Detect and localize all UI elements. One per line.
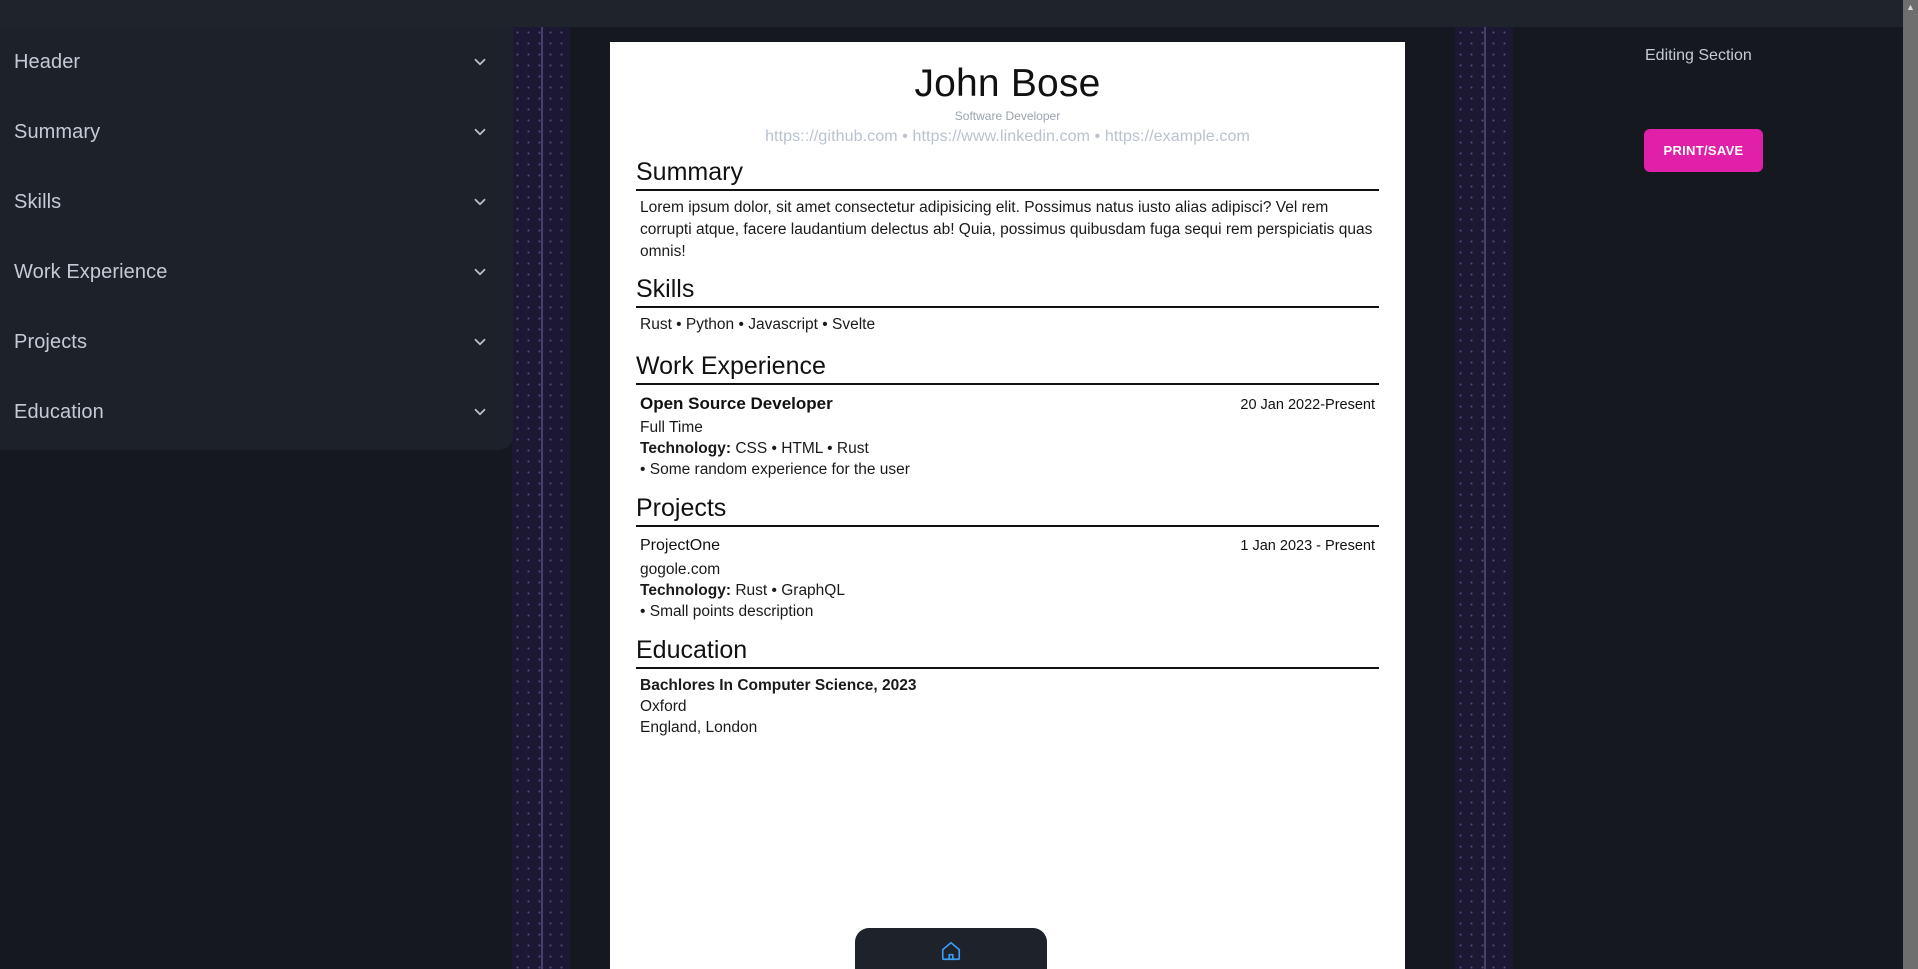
work-entry-head: Open Source Developer 20 Jan 2022-Presen… bbox=[640, 391, 1375, 417]
work-entry-technology-label: Technology: bbox=[640, 440, 731, 457]
section-title-work-experience: Work Experience bbox=[636, 352, 826, 380]
home-icon[interactable] bbox=[940, 940, 962, 962]
guide-center-line bbox=[541, 27, 543, 969]
skills-list: Rust • Python • Javascript • Svelte bbox=[640, 316, 876, 333]
resume-section-projects: Projects ProjectOne 1 Jan 2023 - Present… bbox=[636, 492, 1379, 624]
sidebar-item-label: Projects bbox=[14, 330, 88, 353]
chevron-down-icon[interactable] bbox=[471, 53, 489, 71]
section-title-education: Education bbox=[636, 636, 748, 664]
sidebar-item-header[interactable]: Header bbox=[14, 27, 489, 97]
project-entry-url: gogole.com bbox=[640, 561, 721, 578]
page-scrollbar[interactable]: ▲ bbox=[1903, 0, 1918, 969]
section-title-summary: Summary bbox=[636, 158, 743, 186]
chevron-down-icon[interactable] bbox=[471, 263, 489, 281]
work-entry: Open Source Developer 20 Jan 2022-Presen… bbox=[640, 391, 1375, 482]
section-title-skills: Skills bbox=[636, 275, 695, 303]
sidebar-item-work-experience[interactable]: Work Experience bbox=[14, 237, 489, 307]
education-school: Oxford bbox=[640, 698, 687, 715]
chevron-down-icon[interactable] bbox=[471, 193, 489, 211]
work-entry-title: Open Source Developer bbox=[640, 394, 833, 413]
sidebar-item-education[interactable]: Education bbox=[14, 377, 489, 447]
sidebar-item-label: Header bbox=[14, 50, 81, 73]
resume-section-education: Education Bachlores In Computer Science,… bbox=[636, 634, 1379, 740]
work-entry-subtitle: Full Time bbox=[640, 419, 703, 436]
editing-panel: Editing Section PRINT/SAVE bbox=[1513, 27, 1903, 969]
sidebar-item-label: Skills bbox=[14, 190, 62, 213]
resume-section-summary: Summary Lorem ipsum dolor, sit amet cons… bbox=[636, 156, 1379, 263]
project-entry-head: ProjectOne 1 Jan 2023 - Present bbox=[640, 533, 1375, 559]
resume-role: Software Developer bbox=[954, 109, 1061, 123]
decorative-guide-strip-left bbox=[512, 27, 570, 969]
resume-links: https:://github.com • https://www.linked… bbox=[765, 128, 1250, 145]
chevron-down-icon[interactable] bbox=[471, 333, 489, 351]
resume-name: John Bose bbox=[914, 62, 1101, 105]
project-entry-bullet: • Small points description bbox=[640, 603, 814, 620]
editing-section-label: Editing Section bbox=[1645, 47, 1752, 64]
work-entry-technology: Technology: CSS • HTML • Rust bbox=[640, 438, 1375, 459]
guide-center-line bbox=[1484, 27, 1486, 969]
print-save-button[interactable]: PRINT/SAVE bbox=[1644, 129, 1763, 172]
work-entry-technology-value: CSS • HTML • Rust bbox=[735, 440, 869, 457]
summary-text: Lorem ipsum dolor, sit amet consectetur … bbox=[640, 199, 1373, 260]
decorative-guide-strip-right bbox=[1455, 27, 1513, 969]
sidebar-item-summary[interactable]: Summary bbox=[14, 97, 489, 167]
resume-section-work-experience: Work Experience Open Source Developer 20… bbox=[636, 350, 1379, 482]
sidebar-item-skills[interactable]: Skills bbox=[14, 167, 489, 237]
project-entry-technology-value: Rust • GraphQL bbox=[735, 582, 845, 599]
project-entry-technology-label: Technology: bbox=[640, 582, 731, 599]
sidebar-item-label: Work Experience bbox=[14, 260, 168, 283]
section-title-projects: Projects bbox=[636, 494, 727, 522]
project-entry-technology: Technology: Rust • GraphQL bbox=[640, 580, 1375, 601]
education-degree: Bachlores In Computer Science, 2023 bbox=[640, 677, 917, 694]
sidebar-item-label: Summary bbox=[14, 120, 101, 143]
education-entry: Bachlores In Computer Science, 2023 Oxfo… bbox=[640, 675, 1375, 740]
work-entry-bullet: • Some random experience for the user bbox=[640, 461, 910, 478]
sidebar-sections-panel: Header Summary Skills Work Experience Pr… bbox=[0, 27, 513, 450]
project-entry-title: ProjectOne bbox=[640, 537, 721, 554]
chevron-down-icon[interactable] bbox=[471, 403, 489, 421]
top-chrome-strip bbox=[0, 0, 1918, 27]
work-entry-date: 20 Jan 2022-Present bbox=[1240, 397, 1375, 413]
resume-section-skills: Skills Rust • Python • Javascript • Svel… bbox=[636, 273, 1379, 340]
sidebar-item-label: Education bbox=[14, 400, 104, 423]
home-button[interactable] bbox=[855, 928, 1047, 969]
chevron-down-icon[interactable] bbox=[471, 123, 489, 141]
scrollbar-up-arrow-icon[interactable]: ▲ bbox=[1904, 1, 1917, 14]
resume-preview-card: John Bose Software Developer https:://gi… bbox=[610, 42, 1405, 969]
project-entry-date: 1 Jan 2023 - Present bbox=[1240, 538, 1375, 554]
education-location: England, London bbox=[640, 719, 758, 736]
project-entry: ProjectOne 1 Jan 2023 - Present gogole.c… bbox=[640, 533, 1375, 624]
sidebar-item-projects[interactable]: Projects bbox=[14, 307, 489, 377]
